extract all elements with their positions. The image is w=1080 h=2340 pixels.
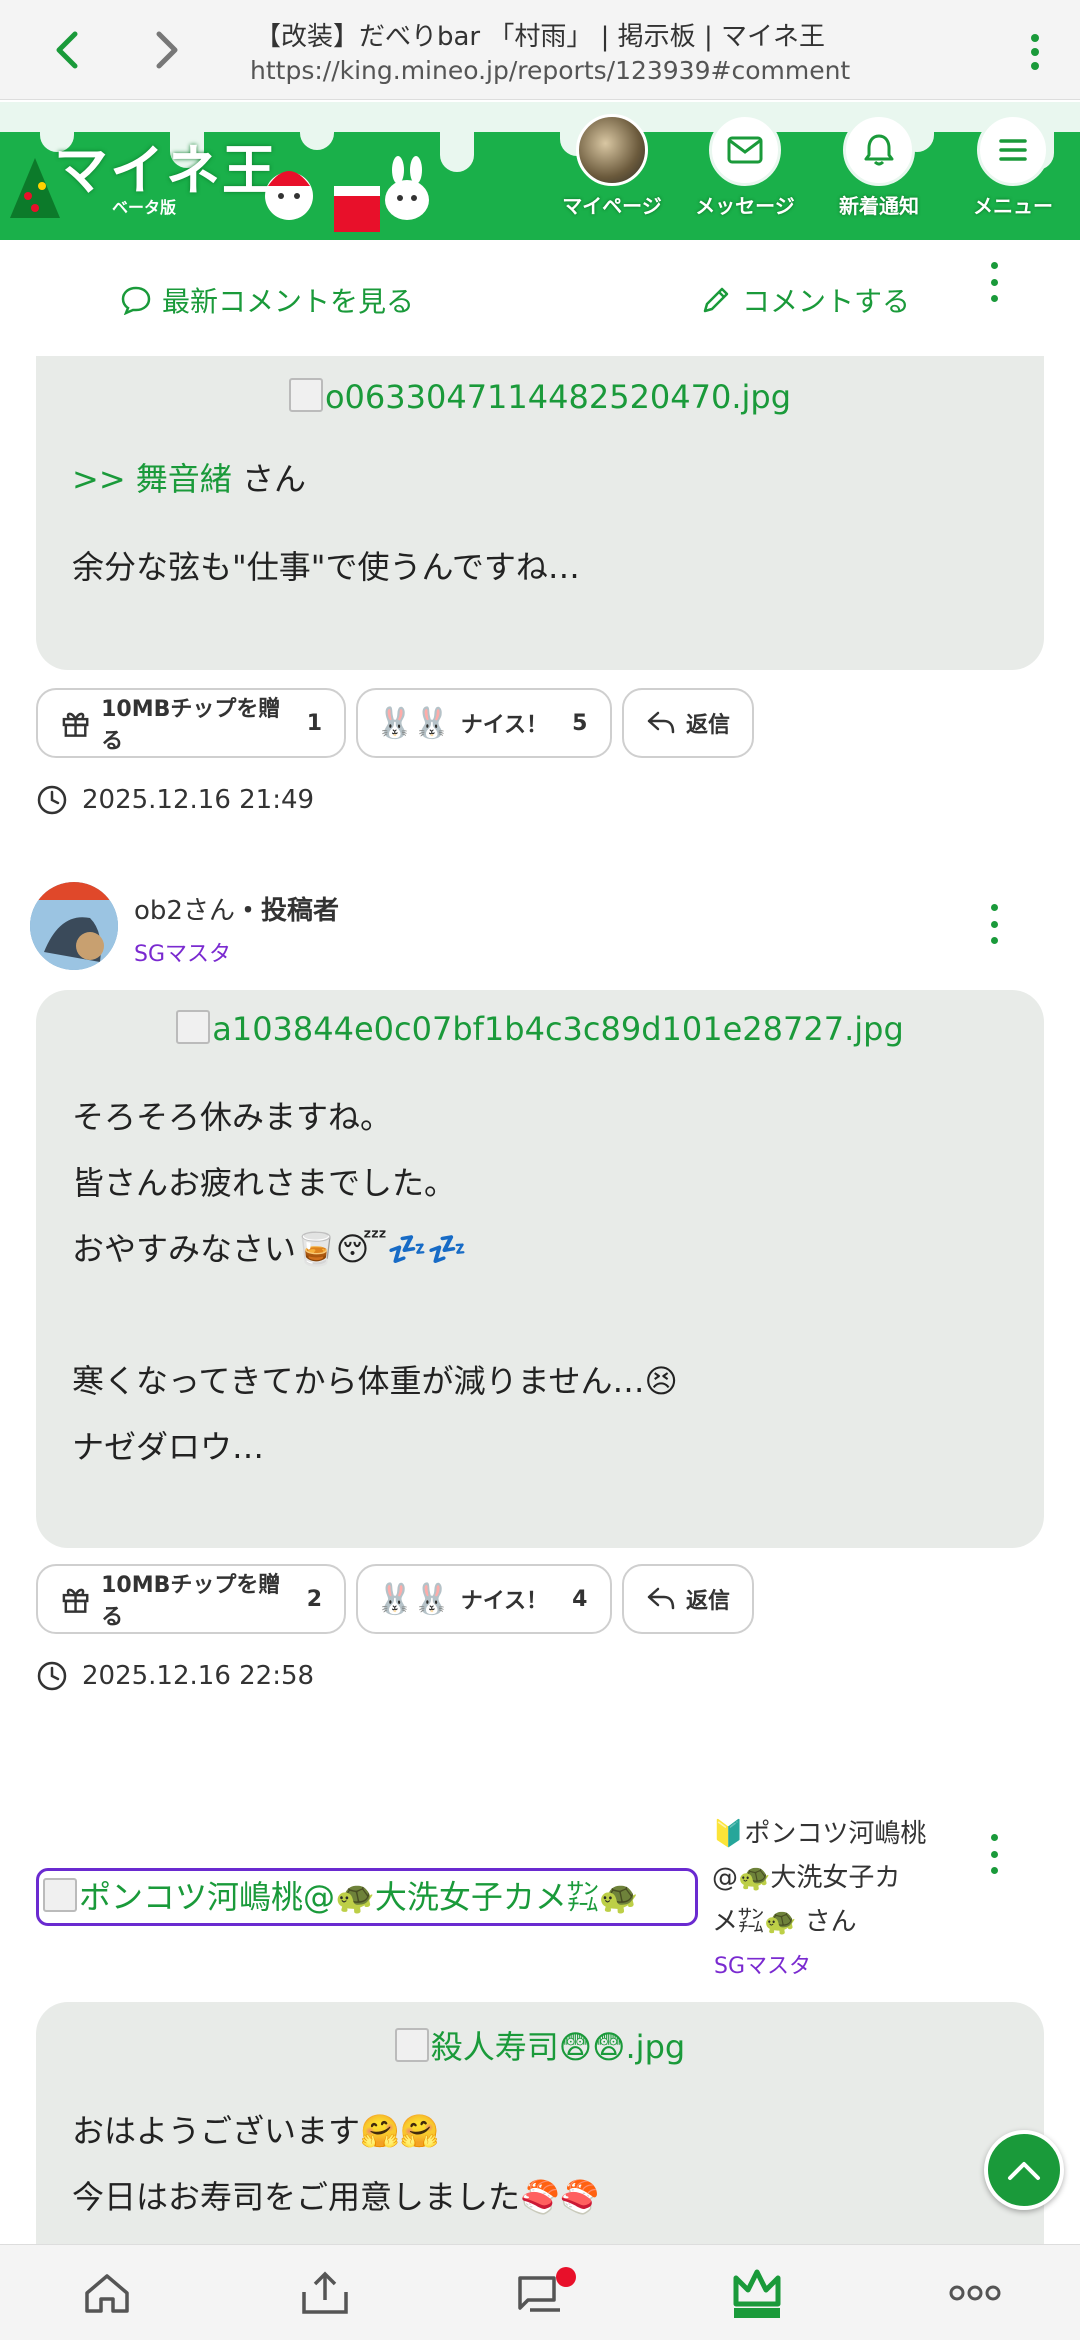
comment-more-button[interactable]: [984, 904, 1004, 944]
comment-author[interactable]: 🔰ポンコツ河嶋桃 @🐢大洗女子カ メ㌠🐢 さん: [712, 1812, 926, 1944]
reply-user-link[interactable]: 舞音緒: [136, 460, 232, 498]
nice-button[interactable]: 🐰🐰 ナイス！ 5: [356, 688, 612, 758]
beta-label: ベータ版: [112, 198, 177, 217]
rabbit-mascot-icon: [385, 156, 429, 220]
santa-mascot-icon: [265, 171, 313, 220]
comment-buttons: 10MBチップを贈る 2 🐰🐰 ナイス！ 4 返信: [36, 1564, 754, 1634]
upload-tray-icon: [302, 2271, 348, 2314]
chevron-up-icon: [1008, 2162, 1040, 2180]
christmas-tree-icon: [10, 158, 60, 218]
forward-button[interactable]: [138, 22, 194, 78]
site-header: マイネ王 ベータ版 マイページ メッセージ 新着通知 メニュー: [0, 102, 1080, 240]
chevron-left-icon: [56, 31, 78, 69]
kebab-icon: [990, 1834, 998, 1841]
comment-text: おはようございます🤗🤗 今日はお寿司をご用意しました🍣🍣: [72, 2112, 600, 2216]
rabbit-icon: 🐰🐰: [376, 1581, 451, 1617]
more-dots-icon: [949, 2285, 1001, 2301]
broken-image-icon: [176, 1010, 211, 1044]
comment-buttons: 10MBチップを贈る 1 🐰🐰 ナイス！ 5 返信: [36, 688, 754, 758]
bottom-navigation: [0, 2244, 1080, 2340]
kebab-icon: [990, 262, 998, 269]
chevron-right-icon: [156, 31, 178, 69]
notification-dot: [556, 2267, 576, 2287]
header-menu[interactable]: メニュー: [958, 114, 1068, 219]
comment-text: そろそろ休みますね。 皆さんお疲れさまでした。 おやすみなさい🥃😴💤💤 寒くなっ…: [72, 1098, 678, 1466]
speech-bubble-icon: [121, 286, 151, 315]
bell-icon: [864, 134, 894, 166]
comment-author[interactable]: ob2さん・投稿者: [134, 890, 339, 927]
header-messages[interactable]: メッセージ: [690, 114, 800, 219]
header-mypage[interactable]: マイページ: [557, 114, 667, 219]
url-bar[interactable]: https://king.mineo.jp/reports/123939#com…: [250, 56, 850, 85]
nice-button[interactable]: 🐰🐰 ナイス！ 4: [356, 1564, 612, 1634]
broken-image-icon: [394, 2028, 429, 2062]
scroll-to-top-button[interactable]: [984, 2130, 1064, 2210]
comment-timestamp: 2025.12.16 21:49: [36, 784, 314, 816]
broken-image-icon: [43, 1878, 77, 1912]
attached-image-link[interactable]: o0633047114482520470.jpg: [36, 378, 1044, 416]
browser-menu-button[interactable]: [1020, 28, 1050, 76]
attached-image-link[interactable]: a103844e0c07bf1b4c3c89d101e28727.jpg: [36, 1010, 1044, 1048]
home-icon: [85, 2274, 129, 2313]
gift-button[interactable]: 10MBチップを贈る 1: [36, 688, 346, 758]
mail-icon: [727, 136, 763, 164]
reply-reference: >> 舞音緒 さん: [72, 460, 306, 498]
user-avatar: [576, 114, 648, 186]
sg-master-badge[interactable]: SGマスタ: [134, 936, 231, 968]
comment-bubble: a103844e0c07bf1b4c3c89d101e28727.jpg そろそ…: [36, 990, 1044, 1548]
broken-avatar-link[interactable]: ポンコツ河嶋桃@🐢大洗女子カメ㌠🐢: [36, 1868, 698, 1926]
header-notifications[interactable]: 新着通知: [824, 114, 934, 219]
gift-icon: [62, 1588, 89, 1613]
pencil-icon: [703, 287, 729, 313]
attached-image-link[interactable]: 殺人寿司😨😨.jpg: [36, 2022, 1044, 2068]
reply-arrow-icon: [647, 1587, 675, 1610]
reply-button[interactable]: 返信: [622, 1564, 754, 1634]
clock-icon: [37, 785, 67, 815]
nav-king[interactable]: [722, 2263, 792, 2323]
nav-post[interactable]: [290, 2263, 360, 2323]
reply-button[interactable]: 返信: [622, 688, 754, 758]
hamburger-menu-icon: [999, 139, 1027, 161]
avatar[interactable]: [30, 882, 118, 970]
reply-arrow-icon: [647, 711, 675, 734]
comment-action-bar: 最新コメントを見る コメントする: [0, 240, 1080, 350]
crown-icon: [733, 2269, 781, 2318]
kebab-icon: [990, 904, 998, 911]
action-bar-more-button[interactable]: [984, 262, 1004, 302]
browser-toolbar: 【改装】だべりbar 「村雨」 | 掲示板 | マイネ王 https://kin…: [0, 0, 1080, 100]
nav-home[interactable]: [72, 2263, 142, 2323]
sg-master-badge[interactable]: SGマスタ: [714, 1948, 811, 1980]
kebab-icon: [1031, 34, 1039, 42]
clock-icon: [37, 1661, 67, 1691]
comment-timestamp: 2025.12.16 22:58: [36, 1660, 314, 1692]
comment-more-button[interactable]: [984, 1834, 1004, 1874]
comment-bubble: 殺人寿司😨😨.jpg おはようございます🤗🤗 今日はお寿司をご用意しました🍣🍣: [36, 2002, 1044, 2252]
comment-bubble: o0633047114482520470.jpg >> 舞音緒 さん 余分な弦も…: [36, 356, 1044, 670]
rabbit-icon: 🐰🐰: [376, 705, 451, 741]
back-button[interactable]: [40, 22, 96, 78]
house-icon: [334, 186, 380, 232]
latest-comments-link[interactable]: 最新コメントを見る: [120, 280, 414, 320]
broken-image-icon: [288, 378, 323, 412]
write-comment-link[interactable]: コメントする: [700, 280, 910, 320]
comment-text: 余分な弦も"仕事"で使うんですね…: [72, 548, 580, 586]
nav-more[interactable]: [940, 2263, 1010, 2323]
gift-icon: [62, 712, 89, 737]
gift-button[interactable]: 10MBチップを贈る 2: [36, 1564, 346, 1634]
page-title: 【改装】だべりbar 「村雨」 | 掲示板 | マイネ王: [255, 22, 825, 52]
